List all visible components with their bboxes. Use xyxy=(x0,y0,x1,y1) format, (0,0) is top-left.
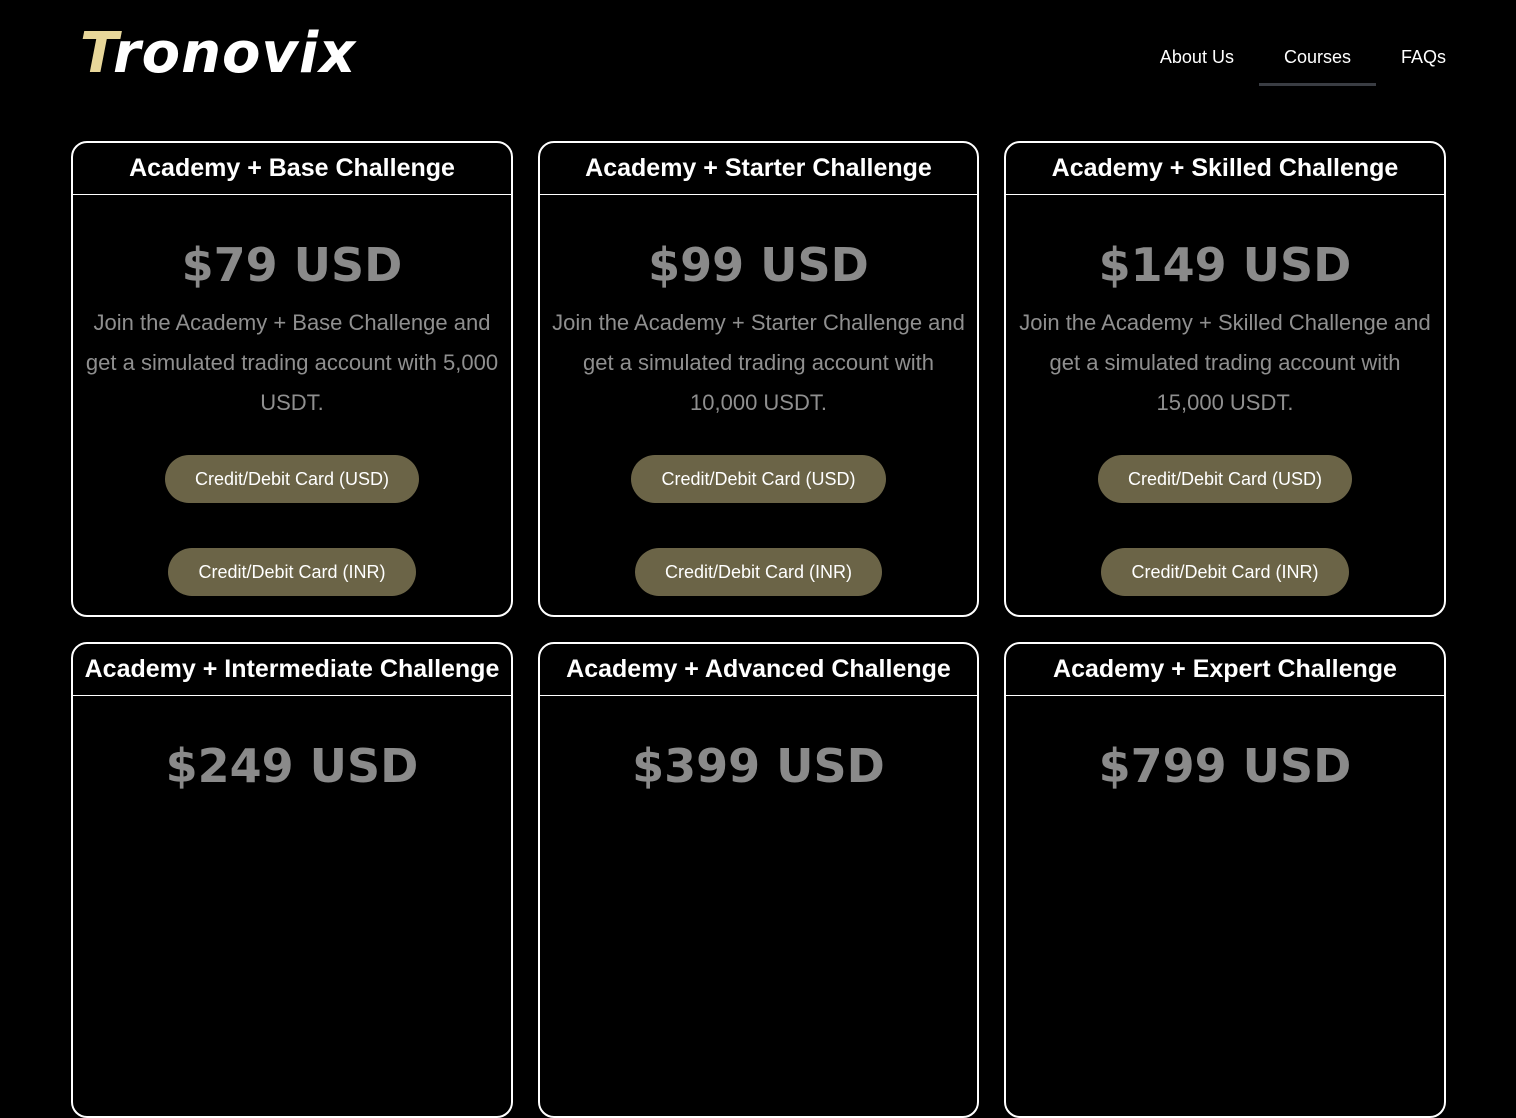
pricing-cards: Academy + Base Challenge $79 USD Join th… xyxy=(71,141,1447,1118)
card-title: Academy + Intermediate Challenge xyxy=(73,644,511,696)
main-nav: About Us Courses FAQs xyxy=(1135,44,1458,86)
pay-inr-button[interactable]: Credit/Debit Card (INR) xyxy=(168,548,416,596)
pricing-card-intermediate: Academy + Intermediate Challenge $249 US… xyxy=(71,642,513,1118)
card-price: $799 USD xyxy=(1098,739,1352,793)
card-price: $149 USD xyxy=(1098,238,1352,292)
card-title: Academy + Starter Challenge xyxy=(540,143,977,195)
nav-about-us[interactable]: About Us xyxy=(1135,44,1259,82)
brand-logo[interactable]: Tronovix xyxy=(80,22,356,86)
logo-text: ronovix xyxy=(113,21,357,86)
card-title: Academy + Skilled Challenge xyxy=(1006,143,1444,195)
card-title: Academy + Advanced Challenge xyxy=(540,644,977,696)
nav-faqs[interactable]: FAQs xyxy=(1376,44,1458,82)
pricing-card-base: Academy + Base Challenge $79 USD Join th… xyxy=(71,141,513,617)
card-description: Join the Academy + Starter Challenge and… xyxy=(552,310,965,415)
pay-usd-button[interactable]: Credit/Debit Card (USD) xyxy=(1097,455,1353,503)
card-title: Academy + Expert Challenge xyxy=(1006,644,1444,696)
card-price: $249 USD xyxy=(165,739,419,793)
pricing-card-advanced: Academy + Advanced Challenge $399 USD xyxy=(538,642,979,1118)
card-price: $399 USD xyxy=(632,739,885,793)
nav-courses[interactable]: Courses xyxy=(1258,44,1376,86)
card-price: $99 USD xyxy=(648,238,869,292)
card-description: Join the Academy + Skilled Challenge and… xyxy=(1019,310,1431,415)
pay-usd-button[interactable]: Credit/Debit Card (USD) xyxy=(164,455,420,503)
card-title: Academy + Base Challenge xyxy=(73,143,511,195)
pricing-card-skilled: Academy + Skilled Challenge $149 USD Joi… xyxy=(1004,141,1446,617)
pay-usd-button[interactable]: Credit/Debit Card (USD) xyxy=(631,455,886,503)
card-price: $79 USD xyxy=(181,238,403,292)
pricing-card-starter: Academy + Starter Challenge $99 USD Join… xyxy=(538,141,979,617)
card-description: Join the Academy + Base Challenge and ge… xyxy=(85,310,499,415)
pay-inr-button[interactable]: Credit/Debit Card (INR) xyxy=(1101,548,1349,596)
site-header: Tronovix About Us Courses FAQs xyxy=(0,0,1516,110)
logo-accent-letter: T xyxy=(80,21,114,86)
pricing-card-expert: Academy + Expert Challenge $799 USD xyxy=(1004,642,1446,1118)
pay-inr-button[interactable]: Credit/Debit Card (INR) xyxy=(634,548,883,596)
